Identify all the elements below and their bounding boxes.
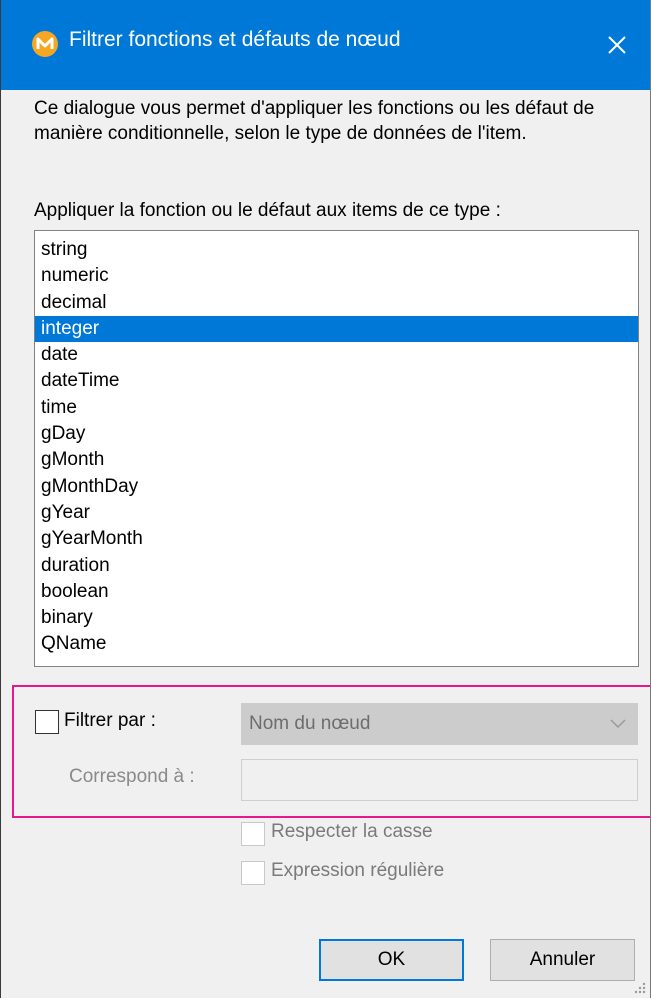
- regex-label[interactable]: Expression régulière: [271, 860, 444, 882]
- list-item-selected[interactable]: integer: [35, 315, 638, 343]
- close-button[interactable]: [582, 0, 650, 90]
- mapforce-app-icon: [32, 31, 58, 57]
- filter-type-select[interactable]: Nom du nœud: [241, 703, 638, 745]
- close-icon: [608, 36, 626, 54]
- dialog-title: Filtrer fonctions et défauts de nœud: [69, 28, 401, 51]
- filter-select-value: Nom du nœud: [249, 713, 371, 734]
- list-item[interactable]: gMonth: [35, 447, 638, 473]
- resize-grip-icon[interactable]: [632, 980, 646, 994]
- list-item[interactable]: dateTime: [35, 368, 638, 394]
- filter-checkbox[interactable]: [35, 710, 59, 734]
- list-item[interactable]: QName: [35, 631, 638, 657]
- filter-checkbox-label[interactable]: Filtrer par :: [64, 710, 156, 732]
- type-listbox[interactable]: string numeric decimal integer date date…: [34, 230, 639, 667]
- ok-button[interactable]: OK: [319, 939, 464, 981]
- type-list-label: Appliquer la fonction ou le défaut aux i…: [34, 200, 501, 221]
- filter-dialog: Filtrer fonctions et défauts de nœud Ce …: [0, 0, 651, 998]
- list-item[interactable]: numeric: [35, 263, 638, 289]
- match-label: Correspond à :: [69, 766, 195, 787]
- list-item[interactable]: boolean: [35, 579, 638, 605]
- list-item[interactable]: gYear: [35, 500, 638, 526]
- chevron-down-icon: [610, 719, 626, 729]
- dialog-description: Ce dialogue vous permet d'appliquer les …: [34, 98, 595, 144]
- list-item[interactable]: date: [35, 342, 638, 368]
- case-sensitive-label[interactable]: Respecter la casse: [271, 821, 433, 843]
- list-item[interactable]: gMonthDay: [35, 474, 638, 500]
- match-input[interactable]: [241, 759, 638, 801]
- list-item[interactable]: binary: [35, 605, 638, 631]
- regex-checkbox[interactable]: [241, 861, 265, 885]
- list-item[interactable]: gDay: [35, 421, 638, 447]
- list-item[interactable]: duration: [35, 553, 638, 579]
- list-item[interactable]: string: [35, 237, 638, 263]
- list-item[interactable]: decimal: [35, 290, 638, 316]
- title-bar[interactable]: Filtrer fonctions et défauts de nœud: [1, 0, 650, 90]
- list-item[interactable]: gYearMonth: [35, 526, 638, 552]
- cancel-button[interactable]: Annuler: [490, 939, 635, 981]
- case-sensitive-checkbox[interactable]: [241, 822, 265, 846]
- list-item[interactable]: time: [35, 395, 638, 421]
